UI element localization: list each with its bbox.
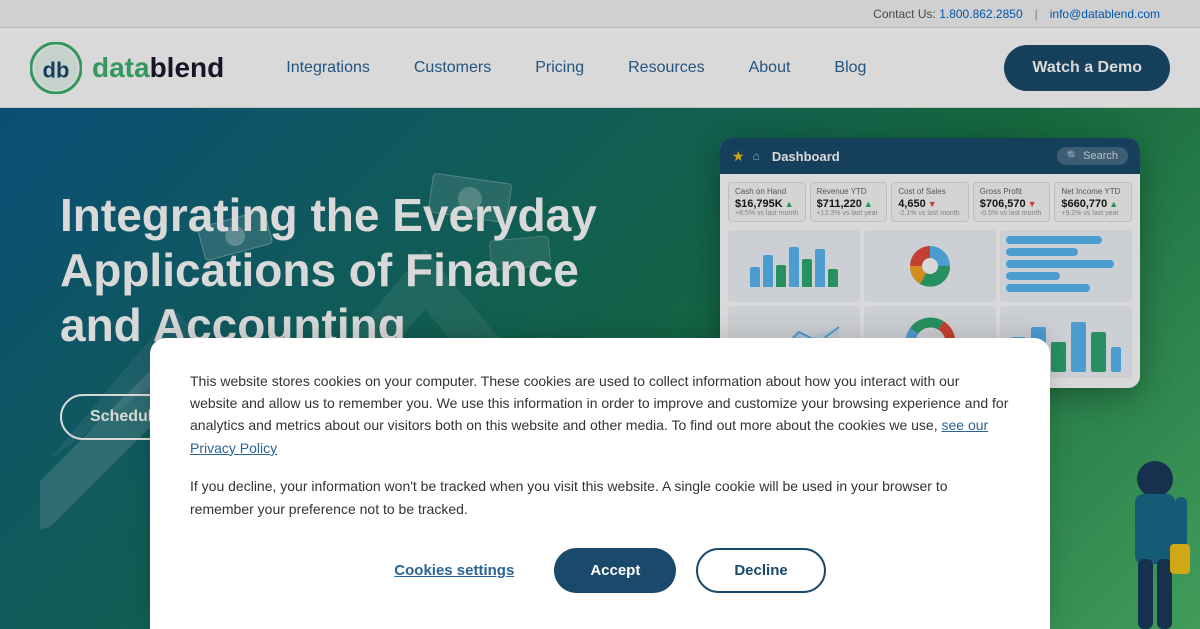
cookie-overlay: This website stores cookies on your comp…: [0, 0, 1200, 629]
cookie-buttons: Cookies settings Accept Decline: [190, 548, 1010, 593]
accept-button[interactable]: Accept: [554, 548, 676, 593]
cookie-text-2: If you decline, your information won't b…: [190, 475, 1010, 520]
decline-button[interactable]: Decline: [696, 548, 825, 593]
cookie-banner: This website stores cookies on your comp…: [150, 338, 1050, 629]
cookies-settings-button[interactable]: Cookies settings: [374, 548, 534, 593]
cookie-text-1: This website stores cookies on your comp…: [190, 370, 1010, 460]
